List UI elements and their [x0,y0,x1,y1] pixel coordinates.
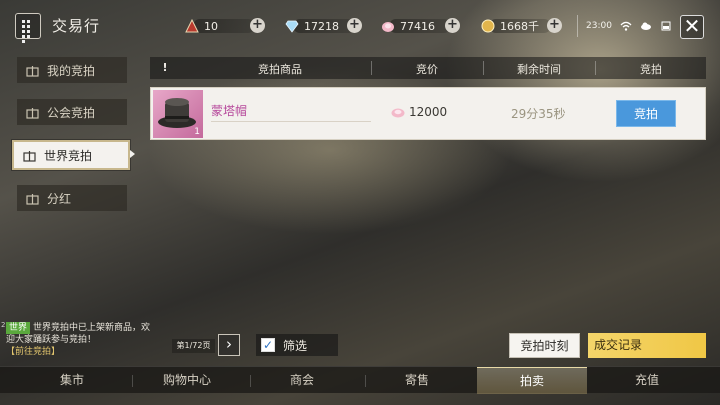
world-chat-notice[interactable]: 2 世界 世界竞拍中已上架新商品，欢迎大家踊跃参与竞拍！ 【前往竞拍】 [1,321,156,358]
header-price: 竞价 [416,63,438,76]
filter-toggle[interactable]: ✓ 筛选 [256,334,338,356]
time-left: 29分35秒 [511,107,566,121]
gift-icon [23,150,36,162]
info-icon[interactable]: ! [158,61,172,75]
add-shell-button[interactable]: + [445,18,460,33]
go-auction-link[interactable]: 【前往竞拍】 [6,346,156,358]
diamond-icon [285,20,299,33]
level-triangle-icon [185,19,199,33]
add-level-button[interactable]: + [250,18,265,33]
item-quantity: 1 [194,127,200,137]
nav-item-dividend[interactable]: 分红 [17,185,127,211]
gold-coin-icon [481,19,495,33]
status-area: 23:00 [577,15,673,37]
item-thumbnail[interactable]: 1 [153,90,203,138]
divider [211,121,371,122]
bid-price: 12000 [391,105,447,119]
header-bid: 竞拍 [640,63,662,76]
bottom-tab-bar: 集市 购物中心 商会 寄售 拍卖 充值 [0,366,720,394]
wifi-icon [620,21,632,31]
pink-shell-icon [382,22,394,32]
close-button[interactable]: ✕ [680,15,704,39]
nav-item-guild-auction[interactable]: 公会竞拍 [17,99,127,125]
channel-tag: 世界 [6,322,31,334]
page-title: 交易行 [52,17,101,35]
tab-consignment[interactable]: 寄售 [367,367,467,394]
checkbox-checked-icon[interactable]: ✓ [261,338,275,352]
nav-item-my-auction[interactable]: 我的竞拍 [17,57,127,83]
clock-text: 23:00 [586,21,612,31]
tab-market[interactable]: 集市 [22,367,122,394]
battery-icon [661,21,671,31]
add-diamond-button[interactable]: + [347,18,362,33]
gift-icon [26,107,39,119]
grid-menu-icon[interactable] [15,13,41,43]
header-item: 竞拍商品 [258,63,302,76]
tab-shopping-center[interactable]: 购物中心 [137,367,237,394]
header-time-left: 剩余时间 [517,63,561,76]
page-indicator: 第1/72页 [172,339,215,353]
gift-icon [26,193,39,205]
pink-shell-icon [391,108,405,118]
tab-recharge[interactable]: 充值 [597,367,697,394]
active-nav-pointer [130,150,135,158]
tab-auction[interactable]: 拍卖 [477,367,587,394]
add-gold-button[interactable]: + [547,18,562,33]
table-row[interactable]: 1 蒙塔帽 12000 29分35秒 竞拍 [150,87,706,140]
gift-icon [26,65,39,77]
nav-item-world-auction[interactable]: 世界竞拍 [12,140,130,170]
trade-record-button[interactable]: 成交记录 [588,333,706,358]
auction-time-button[interactable]: 竞拍时刻 [509,333,580,358]
tab-chamber[interactable]: 商会 [252,367,352,394]
bid-button[interactable]: 竞拍 [616,100,676,127]
auction-table-header: ! 竞拍商品 竞价 剩余时间 竞拍 [150,57,706,79]
next-page-button[interactable]: › [218,334,240,356]
item-name: 蒙塔帽 [211,104,248,118]
weather-icon [640,22,651,30]
